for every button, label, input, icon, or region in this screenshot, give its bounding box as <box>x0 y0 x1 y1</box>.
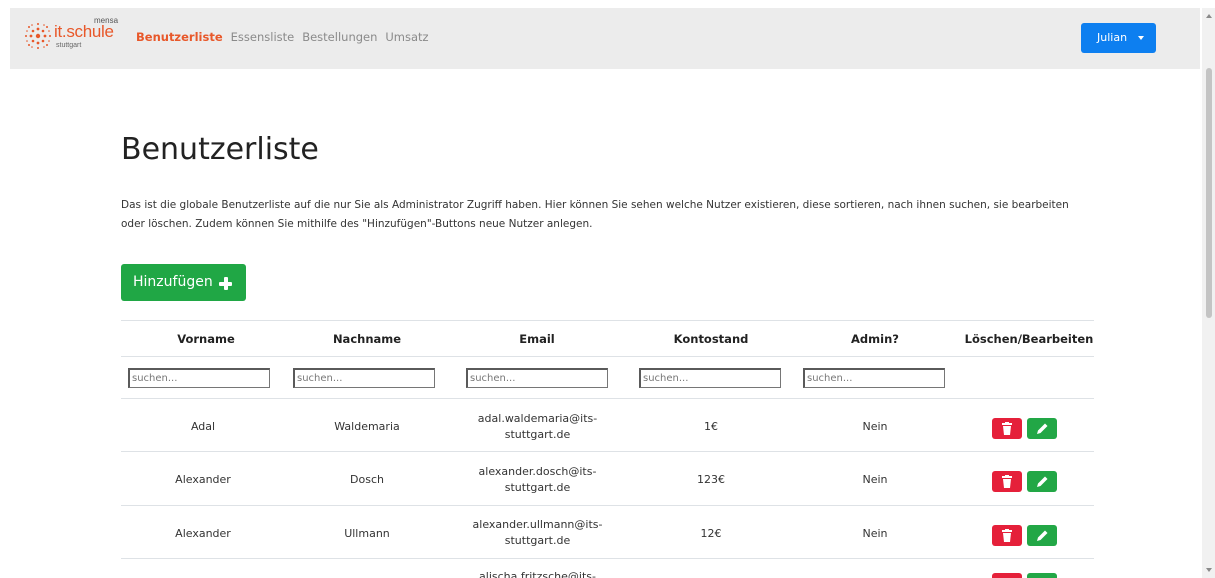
cell-admin: Nein <box>862 420 888 433</box>
header-kontostand[interactable]: Kontostand <box>631 332 791 346</box>
cell-email-line-1: alexander.dosch@its- <box>478 465 597 478</box>
cell-nachname: Ullmann <box>344 527 390 540</box>
sunburst-logo-icon <box>25 23 51 49</box>
row-border <box>121 505 1094 506</box>
search-row-border <box>121 398 1094 399</box>
header-actions: Löschen/Bearbeiten <box>964 332 1094 346</box>
cell-email: adal.waldemaria@its- stuttgart.de <box>450 411 625 443</box>
cell-kontostand: 12€ <box>700 527 722 540</box>
cell-nachname: Waldemaria <box>334 420 400 433</box>
cell-email: alischa.fritzsche@its- <box>450 569 625 578</box>
cell-email: alexander.ullmann@its- stuttgart.de <box>450 517 625 549</box>
scroll-up-icon[interactable] <box>1206 14 1212 18</box>
cell-kontostand: 123€ <box>697 473 725 486</box>
cell-vorname: Adal <box>190 420 216 433</box>
table-top-border <box>121 320 1094 321</box>
trash-icon <box>1002 529 1012 542</box>
cell-email-line-2: stuttgart.de <box>504 428 571 441</box>
cell-email: alexander.dosch@its- stuttgart.de <box>450 464 625 496</box>
header-border <box>121 356 1094 357</box>
nav-item-essensliste[interactable]: Essensliste <box>231 30 295 44</box>
header-nachname[interactable]: Nachname <box>287 332 447 346</box>
page-title: Benutzerliste <box>121 132 319 167</box>
row-border <box>121 558 1094 559</box>
cell-vorname: Alexander <box>175 473 231 486</box>
header-vorname[interactable]: Vorname <box>126 332 286 346</box>
pencil-icon <box>1037 530 1048 541</box>
pencil-icon <box>1037 476 1048 487</box>
cell-email-line-1: alexander.ullmann@its- <box>472 518 603 531</box>
edit-button[interactable] <box>1027 471 1057 492</box>
edit-button[interactable] <box>1027 525 1057 546</box>
header-admin[interactable]: Admin? <box>795 332 955 346</box>
add-user-button[interactable]: Hinzufügen <box>121 264 246 301</box>
vertical-scrollbar[interactable] <box>1202 8 1215 578</box>
nav-item-bestellungen[interactable]: Bestellungen <box>302 30 377 44</box>
row-border <box>121 451 1094 452</box>
brand-city: stuttgart <box>56 42 82 49</box>
brand-logo[interactable]: mensa it.schule stuttgart <box>24 16 134 60</box>
delete-button[interactable] <box>992 525 1022 546</box>
search-vorname-input[interactable] <box>128 368 270 388</box>
cell-admin: Nein <box>862 527 888 540</box>
page-intro: Das ist die globale Benutzerliste auf di… <box>121 199 1069 230</box>
trash-icon <box>1002 422 1012 435</box>
cell-email-line-2: stuttgart.de <box>504 481 571 494</box>
navbar: mensa it.schule stuttgart Benutzerliste … <box>10 8 1200 69</box>
user-menu-label: Julian <box>1097 31 1128 44</box>
cell-kontostand: 1€ <box>704 420 718 433</box>
delete-button[interactable] <box>992 573 1022 578</box>
search-email-input[interactable] <box>466 368 608 388</box>
delete-button[interactable] <box>992 471 1022 492</box>
caret-down-icon <box>1138 36 1144 40</box>
search-nachname-input[interactable] <box>293 368 435 388</box>
pencil-icon <box>1037 423 1048 434</box>
add-button-label: Hinzufügen <box>133 274 213 290</box>
nav-links: Benutzerliste Essensliste Bestellungen U… <box>136 30 429 44</box>
cell-admin: Nein <box>862 473 888 486</box>
cell-email-line-1: alischa.fritzsche@its- <box>479 570 596 578</box>
cell-nachname: Dosch <box>350 473 384 486</box>
search-kontostand-input[interactable] <box>639 368 781 388</box>
header-email[interactable]: Email <box>457 332 617 346</box>
cell-email-line-1: adal.waldemaria@its- <box>477 412 598 425</box>
edit-button[interactable] <box>1027 573 1057 578</box>
nav-item-umsatz[interactable]: Umsatz <box>385 30 428 44</box>
cell-email-line-2: stuttgart.de <box>504 534 571 547</box>
window-top-strip <box>0 0 1215 8</box>
scrollbar-thumb[interactable] <box>1206 68 1212 318</box>
plus-icon <box>219 277 232 290</box>
cell-vorname: Alexander <box>175 527 231 540</box>
trash-icon <box>1002 475 1012 488</box>
search-admin-input[interactable] <box>803 368 945 388</box>
brand-name: it.schule <box>54 22 114 41</box>
user-menu-button[interactable]: Julian <box>1081 23 1156 53</box>
edit-button[interactable] <box>1027 418 1057 439</box>
delete-button[interactable] <box>992 418 1022 439</box>
nav-item-benutzerliste[interactable]: Benutzerliste <box>136 30 223 44</box>
page: mensa it.schule stuttgart Benutzerliste … <box>0 0 1215 578</box>
scroll-down-icon[interactable] <box>1206 568 1212 572</box>
